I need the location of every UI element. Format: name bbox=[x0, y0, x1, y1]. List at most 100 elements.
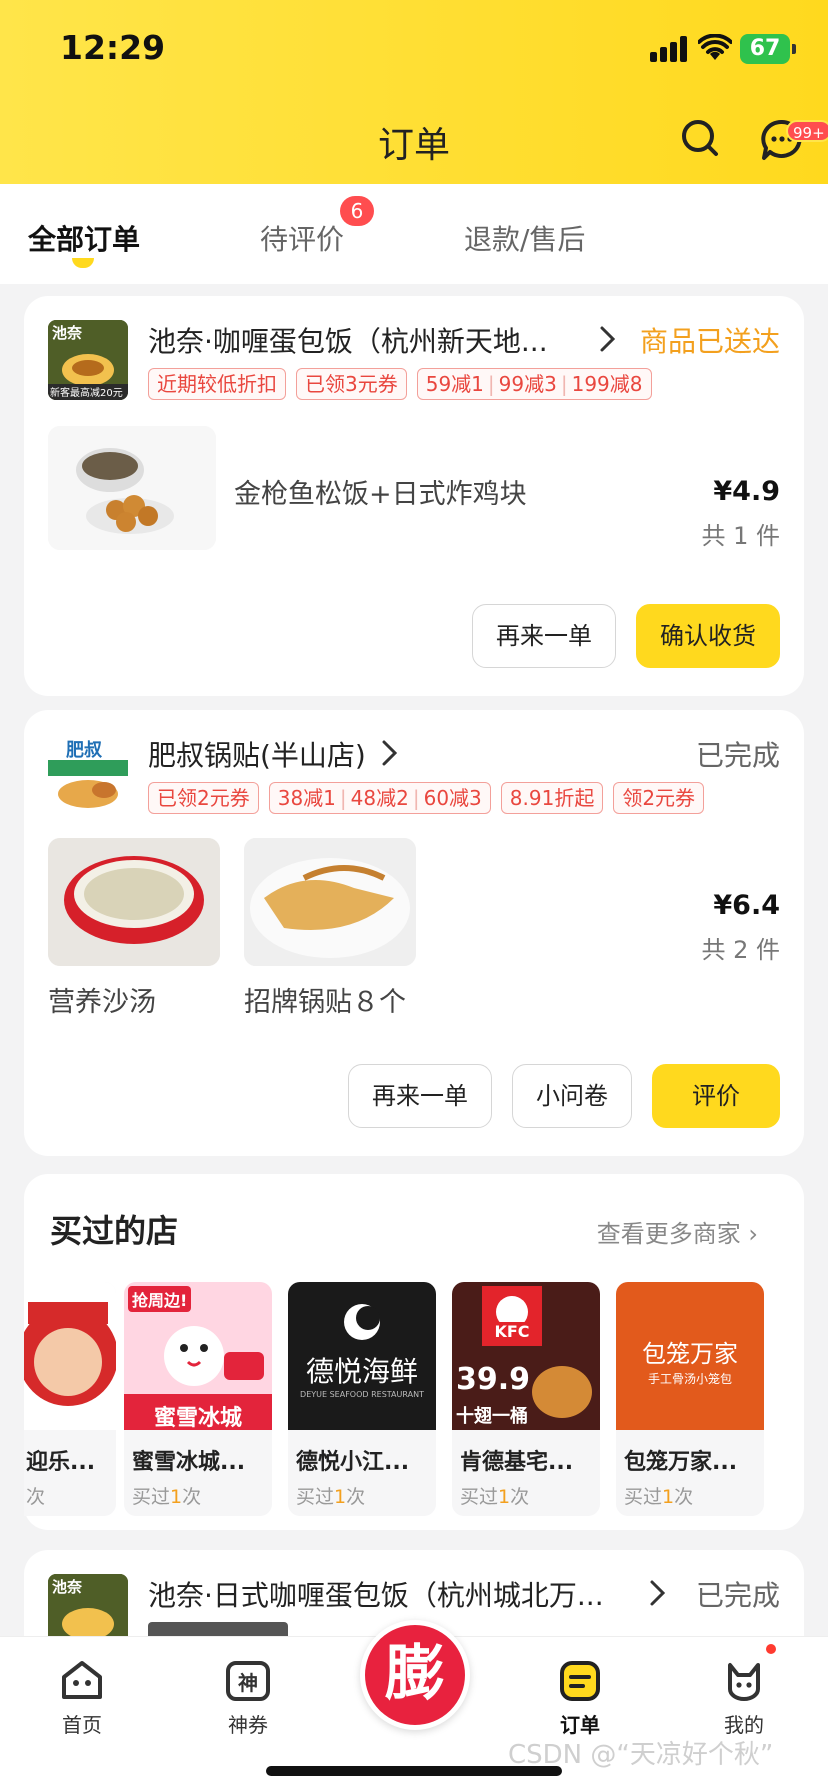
shop-bought-count: 买过1次 bbox=[624, 1486, 694, 1508]
home-icon bbox=[62, 1661, 102, 1699]
shop-image-text: KFC bbox=[484, 1322, 540, 1341]
promo-item: 199减8 bbox=[571, 372, 643, 396]
shop-card[interactable]: 迎乐... 次 bbox=[24, 1282, 116, 1516]
chevron-right-icon bbox=[382, 740, 398, 766]
shop-image-text: 包笼万家 bbox=[642, 1340, 738, 1368]
tab-all-orders[interactable]: 全部订单 bbox=[28, 218, 140, 258]
tab-refund-aftersale[interactable]: 退款/售后 bbox=[464, 218, 585, 258]
shop-image-text: 蜜雪冰城 bbox=[153, 1406, 242, 1431]
status-bar: 12:29 67 bbox=[0, 0, 828, 100]
nav-coupons[interactable]: 神 神券 bbox=[198, 1659, 298, 1738]
order-price: ¥6.4 bbox=[713, 890, 780, 921]
goods-image[interactable] bbox=[244, 838, 416, 966]
promo-item: 99减3 bbox=[498, 372, 557, 396]
order-price: ¥4.9 bbox=[713, 476, 780, 507]
coupon-icon: 神 bbox=[226, 1661, 270, 1701]
store-name[interactable]: 池奈·日式咖喱蛋包饭（杭州城北万... bbox=[148, 1574, 604, 1614]
nav-coupons-label: 神券 bbox=[228, 1713, 268, 1737]
shop-name: 德悦小江... bbox=[296, 1450, 410, 1475]
store-logo[interactable]: 池奈 新客最高减20元 bbox=[48, 320, 128, 400]
shop-name: 肯德基宅... bbox=[460, 1450, 574, 1475]
store-name[interactable]: 池奈·咖喱蛋包饭（杭州新天地... bbox=[148, 320, 548, 360]
shop-card[interactable]: 抢周边! 蜜雪冰城 蜜雪冰城... 买过1次 bbox=[124, 1282, 272, 1516]
shops-title: 买过的店 bbox=[50, 1212, 179, 1250]
promo-tag-group: 59减1 | 99减3 | 199减8 bbox=[416, 368, 652, 400]
notification-dot bbox=[766, 1644, 776, 1654]
store-logo-text: 池奈 bbox=[52, 1578, 83, 1596]
promo-item: 38减1 bbox=[277, 786, 336, 810]
promo-tag: 已领2元券 bbox=[148, 782, 259, 814]
goods-image[interactable] bbox=[48, 426, 216, 550]
orders-icon bbox=[560, 1661, 600, 1701]
chevron-right-icon: › bbox=[748, 1220, 758, 1248]
shop-image-text: 德悦海鲜 bbox=[305, 1355, 418, 1388]
store-logo[interactable]: 肥叔 bbox=[48, 734, 128, 814]
promo-tag: 领2元券 bbox=[613, 782, 705, 814]
tab-pending-review[interactable]: 待评价 bbox=[260, 218, 344, 258]
home-indicator[interactable] bbox=[266, 1766, 562, 1776]
pending-review-badge: 6 bbox=[340, 196, 374, 226]
reorder-button[interactable]: 再来一单 bbox=[472, 604, 616, 668]
search-icon[interactable] bbox=[680, 118, 720, 158]
shop-bought-count: 买过1次 bbox=[296, 1486, 366, 1508]
store-logo-text: 肥叔 bbox=[66, 740, 102, 761]
promo-tag-group: 38减1 | 48减2 | 60减3 bbox=[268, 782, 491, 814]
promo-tag: 近期较低折扣 bbox=[148, 368, 286, 400]
goods-name: 金枪鱼松饭+日式炸鸡块 bbox=[234, 479, 527, 510]
promo-tags: 近期较低折扣 已领3元券 59减1 | 99减3 | 199减8 bbox=[148, 368, 652, 400]
shop-bought-count: 买过1次 bbox=[460, 1486, 530, 1508]
store-name[interactable]: 肥叔锅贴(半山店) bbox=[148, 734, 366, 774]
shop-bought-count: 次 bbox=[26, 1486, 46, 1508]
order-card[interactable]: 池奈 新客最高减20元 池奈·咖喱蛋包饭（杭州新天地... 商品已送达 近期较低… bbox=[24, 296, 804, 696]
food-image bbox=[48, 838, 220, 966]
food-image bbox=[244, 838, 416, 966]
review-button[interactable]: 评价 bbox=[652, 1064, 780, 1128]
shop-name: 包笼万家... bbox=[624, 1450, 738, 1475]
order-status: 已完成 bbox=[695, 1579, 780, 1612]
nav-home[interactable]: 首页 bbox=[32, 1659, 132, 1738]
goods-name: 营养沙汤 bbox=[48, 987, 156, 1018]
food-image bbox=[48, 426, 216, 550]
shop-image-price: 39.9 bbox=[456, 1362, 531, 1397]
order-quantity: 共 2 件 bbox=[701, 936, 780, 964]
shop-image-subtext: DEYUE SEAFOOD RESTAURANT bbox=[300, 1390, 424, 1399]
nav-mine[interactable]: 我的 bbox=[694, 1659, 794, 1738]
tab-indicator bbox=[72, 258, 94, 268]
delivery-tag bbox=[148, 1622, 288, 1636]
order-quantity: 共 1 件 bbox=[701, 522, 780, 550]
signal-icon bbox=[650, 36, 692, 62]
promo-tag: 8.91折起 bbox=[500, 782, 604, 814]
store-logo-subtext: 新客最高减20元 bbox=[50, 388, 123, 399]
store-logo-text: 池奈 bbox=[52, 324, 83, 342]
shop-card[interactable]: 德悦海鲜 DEYUE SEAFOOD RESTAURANT 德悦小江... 买过… bbox=[288, 1282, 436, 1516]
shop-card[interactable]: KFC 39.9 十翅一桶 肯德基宅... 买过1次 bbox=[452, 1282, 600, 1516]
shop-name: 迎乐... bbox=[26, 1450, 96, 1475]
shop-image bbox=[24, 1282, 116, 1430]
order-tabs: 全部订单 待评价 6 退款/售后 bbox=[0, 184, 828, 284]
promo-item: 60减3 bbox=[423, 786, 482, 810]
promo-item: 48减2 bbox=[350, 786, 409, 810]
nav-orders[interactable]: 订单 bbox=[530, 1659, 630, 1738]
promo-item: 59减1 bbox=[425, 372, 484, 396]
profile-icon bbox=[728, 1663, 760, 1701]
goods-name: 招牌锅贴８个 bbox=[244, 987, 406, 1018]
nav-home-label: 首页 bbox=[62, 1713, 102, 1737]
bought-shops-section: 买过的店 查看更多商家 › 迎乐... 次 抢周边! 蜜雪冰城 蜜雪冰城... … bbox=[24, 1174, 804, 1530]
goods-image[interactable] bbox=[48, 838, 220, 966]
order-status: 已完成 bbox=[695, 739, 780, 772]
top-header: 12:29 67 订单 99+ bbox=[0, 0, 828, 184]
shop-bought-count: 买过1次 bbox=[132, 1486, 202, 1508]
chevron-right-icon bbox=[600, 326, 616, 352]
survey-button[interactable]: 小问卷 bbox=[512, 1064, 632, 1128]
promo-tags: 已领2元券 38减1 | 48减2 | 60减3 8.91折起 领2元券 bbox=[148, 782, 705, 814]
wifi-icon bbox=[698, 34, 732, 60]
confirm-receipt-button[interactable]: 确认收货 bbox=[636, 604, 780, 668]
shop-card[interactable]: 包笼万家 手工骨汤小笼包 包笼万家... 买过1次 bbox=[616, 1282, 764, 1516]
center-promo-button[interactable]: 膨 bbox=[360, 1620, 470, 1730]
view-more-shops-link[interactable]: 查看更多商家 › bbox=[597, 1214, 758, 1249]
shop-image-subtext: 手工骨汤小笼包 bbox=[647, 1372, 732, 1386]
shops-carousel[interactable]: 迎乐... 次 抢周边! 蜜雪冰城 蜜雪冰城... 买过1次 德悦海鲜 DEYU… bbox=[24, 1282, 804, 1516]
coupon-icon-text: 神 bbox=[238, 1671, 258, 1695]
order-card[interactable]: 肥叔 肥叔锅贴(半山店) 已完成 已领2元券 38减1 | 48减2 | 60减3 8.… bbox=[24, 710, 804, 1156]
reorder-button[interactable]: 再来一单 bbox=[348, 1064, 492, 1128]
